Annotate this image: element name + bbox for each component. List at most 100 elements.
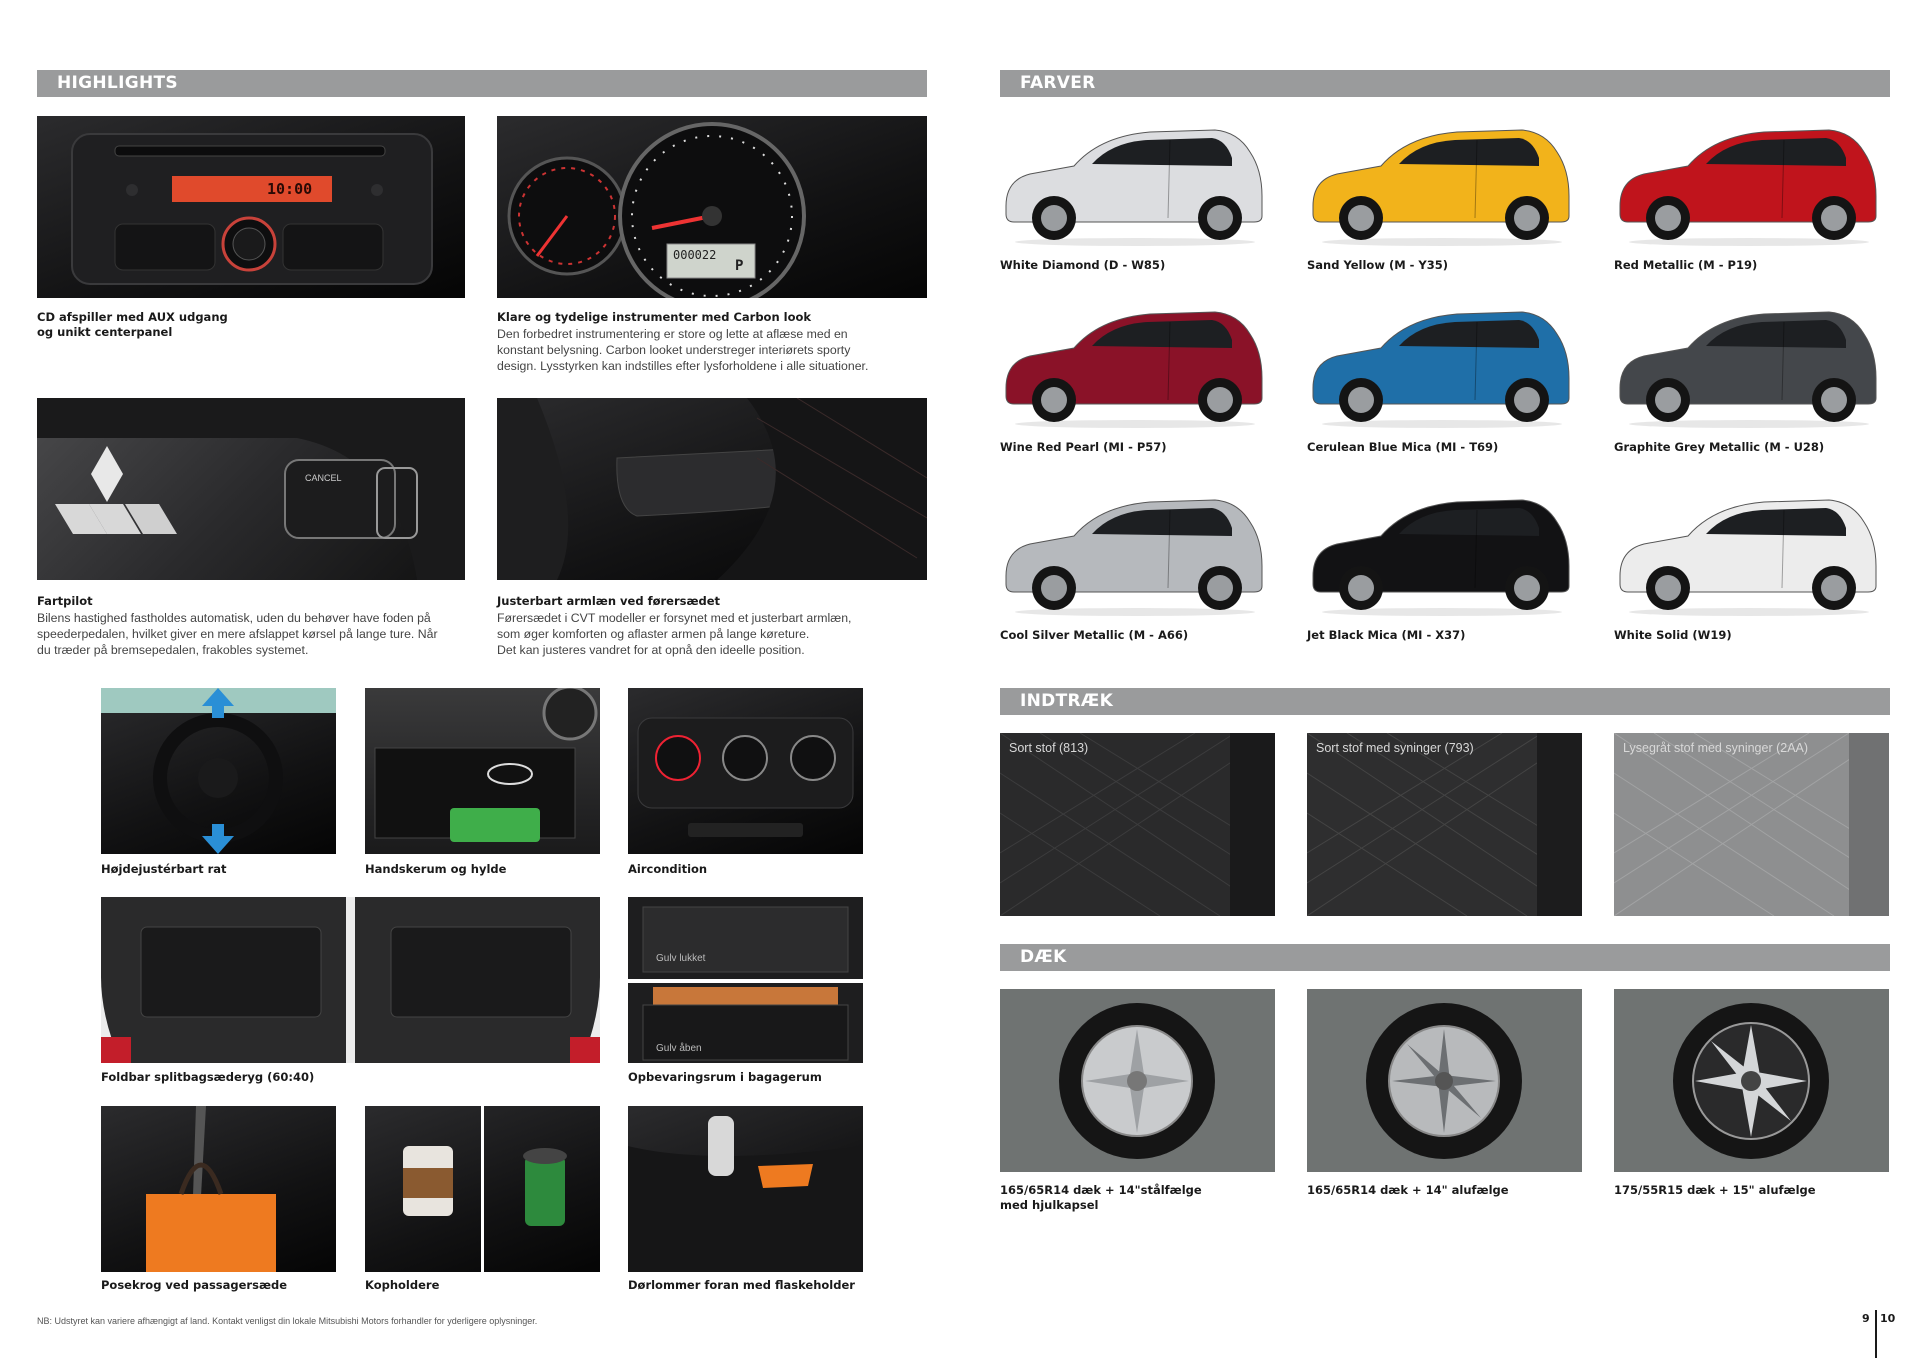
small-feature-label: Foldbar splitbagsæderyg (60:40) (101, 1070, 315, 1084)
instrument-cluster-photo: 000022 P (497, 116, 927, 298)
cupholder-photo (365, 1106, 600, 1272)
fabric-texture (1307, 733, 1582, 916)
car-color-label: Jet Black Mica (MI - X37) (1307, 628, 1466, 642)
glovebox-illustration (374, 688, 598, 842)
car-color-label: Red Metallic (M - P19) (1614, 258, 1758, 272)
footnote: NB: Udstyret kan variere afhængigt af la… (37, 1316, 538, 1326)
upholstery-label: Sort stof med syninger (793) (1316, 741, 1474, 755)
feature-cd-title-line2: og unikt centerpanel (37, 325, 173, 339)
floor-open-label: Gulv åben (656, 1043, 702, 1054)
car-illustration (1619, 499, 1877, 616)
small-feature-label: Posekrog ved passagersæde (101, 1278, 288, 1292)
tyres-section-bar: DÆK (1000, 944, 1890, 971)
feature-armrest-desc-line2: som øger komforten og aflaster armen på … (497, 627, 810, 641)
car-color-label: White Solid (W19) (1614, 628, 1732, 642)
fabric-texture (1614, 733, 1889, 916)
wheel-illustration (1673, 1003, 1829, 1159)
car-color-swatch[interactable] (1307, 300, 1577, 430)
car-color-label: Graphite Grey Metallic (M - U28) (1614, 440, 1825, 454)
highlights-section-bar: HIGHLIGHTS (37, 70, 927, 97)
tyres-section-title: DÆK (1020, 947, 1067, 967)
tyre-caption-line1: 175/55R15 dæk + 15" alufælge (1614, 1183, 1816, 1197)
armrest-illustration (497, 398, 927, 580)
upholstery-section-bar: INDTRÆK (1000, 688, 1890, 715)
tyre-caption-line1: 165/65R14 dæk + 14"stålfælge (1000, 1183, 1202, 1197)
cd-player-photo: 10:00 (37, 116, 465, 298)
steering-adjust-photo (101, 688, 336, 854)
radio-display-time: 10:00 (267, 180, 313, 198)
wheel-illustration (1059, 1003, 1215, 1159)
feature-cd-title: CD afspiller med AUX udgang og unikt cen… (37, 310, 228, 340)
feature-instruments-title: Klare og tydelige instrumenter med Carbo… (497, 310, 812, 324)
car-illustration (1312, 311, 1570, 428)
upholstery-swatch[interactable]: Lysegråt stof med syninger (2AA) (1614, 733, 1889, 916)
feature-armrest-description: Førersædet i CVT modeller er forsynet me… (497, 610, 851, 658)
page-number-divider (1875, 1310, 1877, 1358)
cruise-control-photo: CANCEL (37, 398, 465, 580)
feature-cd-title-line1: CD afspiller med AUX udgang (37, 310, 228, 324)
feature-cruise-desc-line2: speederpedalen, hvilket giver en mere af… (37, 627, 438, 641)
arrow-down-icon (202, 836, 234, 854)
tyre-caption: 165/65R14 dæk + 14"stålfælge med hjulkap… (1000, 1183, 1202, 1213)
tyre-caption: 165/65R14 dæk + 14" alufælge (1307, 1183, 1509, 1198)
odometer-readout: 000022 (673, 248, 717, 262)
trunk-storage-photo: Gulv lukket Gulv åben (628, 897, 863, 1063)
car-color-swatch[interactable] (1000, 488, 1270, 618)
feature-instruments-desc-line1: Den forbedret instrumentering er store o… (497, 327, 848, 341)
small-feature-label: Handskerum og hylde (365, 862, 507, 876)
small-feature-label: Opbevaringsrum i bagagerum (628, 1070, 822, 1084)
page-number-left: 9 (1862, 1312, 1870, 1325)
bag-hook-photo (101, 1106, 336, 1272)
tyre-alloy-15[interactable] (1614, 989, 1889, 1172)
car-color-swatch[interactable] (1614, 488, 1884, 618)
tyre-caption: 175/55R15 dæk + 15" alufælge (1614, 1183, 1816, 1198)
highlights-section-title: HIGHLIGHTS (57, 73, 178, 93)
door-pocket-illustration (628, 1116, 863, 1272)
car-color-swatch[interactable] (1000, 118, 1270, 248)
upholstery-label: Lysegråt stof med syninger (2AA) (1623, 741, 1809, 755)
page-number-right: 10 (1880, 1312, 1896, 1325)
trunk-floor-illustration (628, 906, 863, 1061)
feature-instruments-desc-line2: konstant belysning. Carbon looket unders… (497, 343, 851, 357)
upholstery-swatch[interactable]: Sort stof med syninger (793) (1307, 733, 1582, 916)
car-color-swatch[interactable] (1307, 118, 1577, 248)
aircon-photo (628, 688, 863, 854)
car-illustration (1312, 129, 1570, 246)
tyre-alloy-14[interactable] (1307, 989, 1582, 1172)
speedometer-illustration (507, 122, 806, 298)
feature-armrest-desc-line1: Førersædet i CVT modeller er forsynet me… (497, 611, 852, 625)
wheel-illustration (1366, 1003, 1522, 1159)
tyre-caption-line1: 165/65R14 dæk + 14" alufælge (1307, 1183, 1509, 1197)
aircon-illustration (637, 717, 854, 837)
fabric-texture (1000, 733, 1275, 916)
car-color-swatch[interactable] (1614, 300, 1884, 430)
mitsubishi-logo-icon (91, 446, 123, 502)
car-illustration (1005, 311, 1263, 428)
trunk-seat-illustration (101, 897, 600, 1063)
cruise-cancel-label: CANCEL (305, 473, 342, 483)
car-color-label: Wine Red Pearl (MI - P57) (1000, 440, 1167, 454)
car-illustration (1619, 129, 1877, 246)
car-color-swatch[interactable] (1307, 488, 1577, 618)
feature-cruise-title: Fartpilot (37, 594, 93, 608)
armrest-photo (497, 398, 927, 580)
small-feature-label: Aircondition (628, 862, 708, 876)
car-illustration (1312, 499, 1570, 616)
door-pocket-photo (628, 1106, 863, 1272)
feature-cruise-desc-line3: du træder på bremsepedalen, frakobles sy… (37, 643, 309, 657)
steering-wheel-illustration (37, 398, 465, 580)
car-color-swatch[interactable] (1614, 118, 1884, 248)
tyre-steel-wheel[interactable] (1000, 989, 1275, 1172)
upholstery-swatch[interactable]: Sort stof (813) (1000, 733, 1275, 916)
split-seat-photo (101, 897, 600, 1063)
upholstery-section-title: INDTRÆK (1020, 691, 1114, 711)
floor-closed-label: Gulv lukket (656, 953, 706, 964)
feature-instruments-description: Den forbedret instrumentering er store o… (497, 326, 868, 374)
small-feature-label: Kopholdere (365, 1278, 440, 1292)
bag-hook-illustration (146, 1106, 276, 1272)
feature-armrest-desc-line3: Det kan justeres vandret for at opnå den… (497, 643, 805, 657)
car-color-swatch[interactable] (1000, 300, 1270, 430)
feature-cruise-desc-line1: Bilens hastighed fastholdes automatisk, … (37, 611, 431, 625)
feature-instruments-desc-line3: design. Lysstyrken kan indstilles efter … (497, 359, 869, 373)
car-illustration (1005, 129, 1263, 246)
